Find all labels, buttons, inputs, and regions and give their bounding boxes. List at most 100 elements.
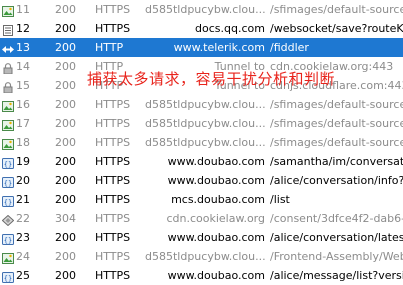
document-icon — [2, 23, 14, 36]
session-host: cdn.cookielaw.org — [166, 212, 265, 225]
session-id: 24 — [16, 250, 30, 263]
json-icon: {} — [2, 175, 14, 188]
json-icon: {} — [2, 270, 14, 283]
lock-icon — [2, 80, 14, 94]
session-url: /samantha/im/conversatio — [270, 155, 403, 168]
session-result: 200 — [55, 174, 76, 187]
session-url: cdn.cookielaw.org:443 — [270, 60, 394, 73]
session-url: /sfimages/default-source/ — [270, 98, 403, 111]
session-id: 19 — [16, 155, 30, 168]
diamond-icon — [1, 213, 15, 227]
session-row[interactable]: 13 200 HTTP www.telerik.com/fiddler — [0, 38, 403, 57]
session-host: www.doubao.com — [167, 155, 265, 168]
session-id: 14 — [16, 60, 30, 73]
session-result: 200 — [55, 98, 76, 111]
session-result: 200 — [55, 3, 76, 16]
session-protocol: HTTPS — [95, 174, 131, 187]
session-row[interactable]: {} 23 200 HTTPS www.doubao.com/alice/convers… — [0, 228, 403, 247]
session-row[interactable]: 22 304 HTTPS cdn.cookielaw.org/consent/3dfc… — [0, 209, 403, 228]
session-url: /alice/message/list?versio — [270, 269, 403, 282]
image-icon — [2, 118, 14, 131]
session-result: 200 — [55, 117, 76, 130]
svg-text:{}: {} — [4, 179, 12, 187]
session-protocol: HTTP — [95, 41, 124, 54]
session-result: 200 — [55, 231, 76, 244]
session-host: Tunnel to — [214, 79, 265, 92]
session-host: d585tldpucybw.clou... — [145, 136, 265, 149]
session-id: 20 — [16, 174, 30, 187]
session-protocol: HTTP — [95, 79, 124, 92]
session-row[interactable]: 11 200 HTTPS d585tldpucybw.clou... /sfimages… — [0, 0, 403, 19]
session-row[interactable]: 16 200 HTTPS d585tldpucybw.clou... /sfimages… — [0, 95, 403, 114]
session-result: 200 — [55, 60, 76, 73]
session-protocol: HTTPS — [95, 3, 131, 16]
session-host: www.doubao.com — [167, 269, 265, 282]
session-url: /Frontend-Assembly/Web — [270, 250, 403, 263]
json-icon: {} — [2, 156, 14, 169]
session-protocol: HTTPS — [95, 136, 131, 149]
session-row[interactable]: 15 200 HTTP Tunnel to cdnjs.cloudflare.com:4… — [0, 76, 403, 95]
session-protocol: HTTPS — [95, 117, 131, 130]
session-row[interactable]: 24 200 HTTPS d585tldpucybw.clou... /Frontend… — [0, 247, 403, 266]
session-id: 16 — [16, 98, 30, 111]
session-row[interactable]: {} 20 200 HTTPS www.doubao.com/alice/convers… — [0, 171, 403, 190]
session-host: d585tldpucybw.clou... — [145, 3, 265, 16]
session-row[interactable]: {} 21 200 HTTPS mcs.doubao.com/list — [0, 190, 403, 209]
session-protocol: HTTPS — [95, 231, 131, 244]
session-result: 304 — [55, 212, 76, 225]
svg-text:{}: {} — [4, 236, 12, 244]
arrows-icon — [2, 42, 14, 53]
session-row[interactable]: 12 200 HTTPS docs.qq.com/websocket/save?rou… — [0, 19, 403, 38]
svg-text:{}: {} — [4, 274, 12, 282]
session-row[interactable]: 17 200 HTTPS d585tldpucybw.clou... /sfimages… — [0, 114, 403, 133]
session-row[interactable]: {} 19 200 HTTPS www.doubao.com/samantha/im/c… — [0, 152, 403, 171]
session-id: 15 — [16, 79, 30, 92]
session-protocol: HTTPS — [95, 22, 131, 35]
session-row[interactable]: {} 25 200 HTTPS www.doubao.com/alice/message… — [0, 266, 403, 285]
session-url: /alice/conversation/info?v — [270, 174, 403, 187]
session-url: /alice/conversation/latest — [270, 231, 403, 244]
session-protocol: HTTPS — [95, 98, 131, 111]
session-protocol: HTTPS — [95, 269, 131, 282]
session-host: d585tldpucybw.clou... — [145, 98, 265, 111]
session-row[interactable]: 18 200 HTTPS d585tldpucybw.clou... /sfimages… — [0, 133, 403, 152]
session-result: 200 — [55, 269, 76, 282]
session-protocol: HTTPS — [95, 193, 131, 206]
session-protocol: HTTP — [95, 60, 124, 73]
session-url: /sfimages/default-source/ — [270, 3, 403, 16]
session-host: www.telerik.com — [173, 41, 265, 54]
session-result: 200 — [55, 193, 76, 206]
session-host: d585tldpucybw.clou... — [145, 117, 265, 130]
session-protocol: HTTPS — [95, 250, 131, 263]
session-protocol: HTTPS — [95, 212, 131, 225]
session-id: 13 — [16, 41, 30, 54]
session-id: 12 — [16, 22, 30, 35]
session-id: 17 — [16, 117, 30, 130]
session-id: 21 — [16, 193, 30, 206]
session-result: 200 — [55, 136, 76, 149]
session-host: www.doubao.com — [167, 174, 265, 187]
session-protocol: HTTPS — [95, 155, 131, 168]
session-id: 23 — [16, 231, 30, 244]
svg-text:{}: {} — [4, 160, 12, 168]
session-result: 200 — [55, 22, 76, 35]
session-url: /sfimages/default-source/ — [270, 136, 403, 149]
session-host: d585tldpucybw.clou... — [145, 250, 265, 263]
json-icon: {} — [2, 232, 14, 245]
session-result: 200 — [55, 250, 76, 263]
json-icon: {} — [2, 194, 14, 207]
image-icon — [2, 251, 14, 264]
session-id: 22 — [16, 212, 30, 225]
session-url: /list — [270, 193, 290, 206]
session-id: 18 — [16, 136, 30, 149]
image-icon — [2, 99, 14, 112]
session-result: 200 — [55, 79, 76, 92]
image-icon — [2, 137, 14, 150]
session-url: /consent/3dfce4f2-dab6- — [270, 212, 403, 225]
session-result: 200 — [55, 41, 76, 54]
session-row[interactable]: 14 200 HTTP Tunnel to cdn.cookielaw.org:443 — [0, 57, 403, 76]
session-url: /fiddler — [270, 41, 309, 54]
session-result: 200 — [55, 155, 76, 168]
session-url: cdnjs.cloudflare.com:443 — [270, 79, 403, 92]
session-host: www.doubao.com — [167, 231, 265, 244]
